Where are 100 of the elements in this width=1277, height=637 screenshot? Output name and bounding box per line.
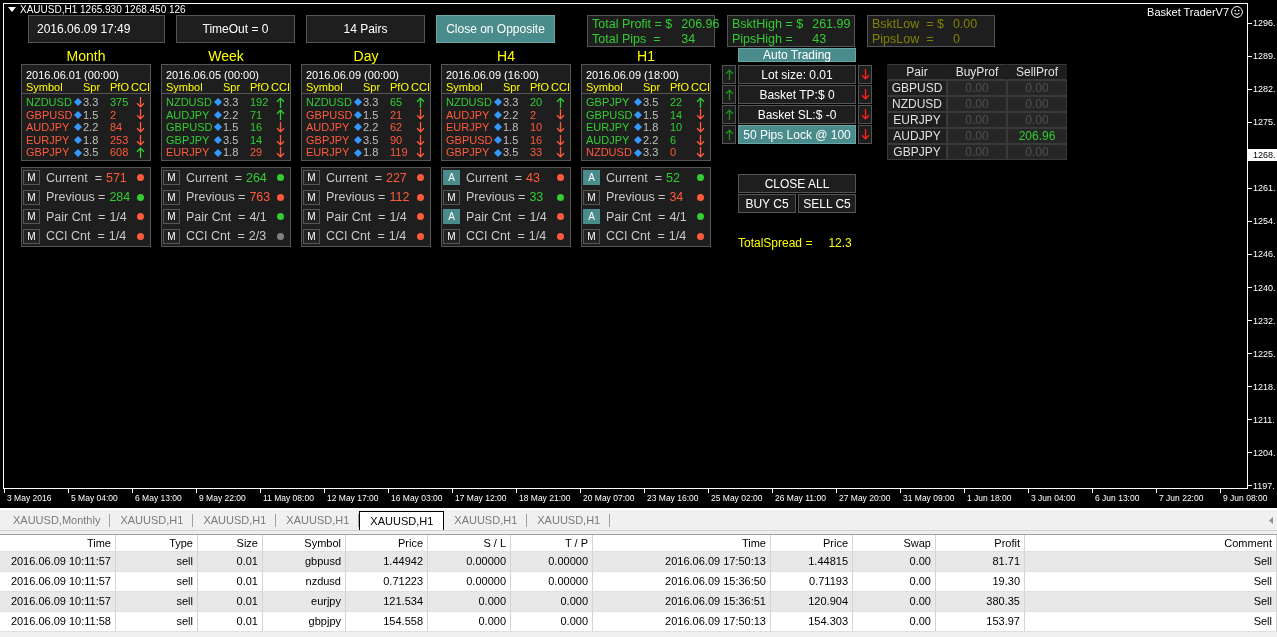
symbol-label: AUDJPY [166, 108, 211, 122]
table-cell: 0.00 [853, 552, 936, 572]
option-button[interactable]: TimeOut = 0 [176, 15, 295, 43]
column-header: Spr [643, 81, 662, 93]
mode-button[interactable]: M [443, 189, 460, 205]
setting-button[interactable]: Basket TP:$ 0 [738, 85, 856, 104]
column-header: SellProf [1007, 64, 1067, 80]
increase-button[interactable] [722, 105, 736, 124]
table-cell: sell [116, 572, 198, 592]
spread-value: 1.8 [643, 121, 660, 134]
summary-value: 0 [952, 31, 961, 46]
summary-label: Total Pips = [592, 31, 662, 46]
symbol-label: GBPUSD [446, 133, 493, 147]
column-header: Spr [363, 81, 382, 93]
mode-button[interactable]: M [163, 170, 180, 186]
chart-tab[interactable]: XAUUSD,H1 [359, 511, 445, 530]
close-all-button[interactable]: CLOSE ALL [738, 174, 856, 193]
option-button[interactable]: 14 Pairs [306, 15, 425, 43]
column-header: PfO [530, 81, 550, 93]
setting-button[interactable]: Lot size: 0.01 [738, 65, 856, 84]
column-header: Symbol [263, 535, 346, 552]
symbol-label: GBPUSD [586, 108, 633, 122]
increase-button[interactable] [722, 85, 736, 104]
brand-label: Basket TraderV7 [1147, 6, 1229, 18]
mode-button[interactable]: M [23, 189, 40, 205]
symbol-label: AUDJPY [306, 121, 351, 134]
mode-button[interactable]: M [583, 228, 600, 244]
pfo-value: 16 [250, 121, 264, 134]
decrease-button[interactable] [858, 105, 872, 124]
mode-button[interactable]: A [443, 170, 460, 186]
decrease-button[interactable] [858, 85, 872, 104]
mode-button[interactable]: M [443, 228, 460, 244]
decrease-button[interactable] [858, 65, 872, 84]
increase-button[interactable] [722, 65, 736, 84]
pfo-value: 33 [530, 146, 544, 159]
mode-button[interactable]: M [303, 209, 320, 225]
table-cell: Sell [1025, 612, 1277, 632]
summary-value: 43 [812, 31, 828, 46]
table-cell: 120.904 [771, 592, 853, 612]
column-header: BuyProf [947, 64, 1007, 80]
column-header: S / L [428, 535, 511, 552]
table-cell: 2016.06.09 15:36:51 [593, 592, 771, 612]
column-header: CCI [691, 81, 710, 93]
table-cell: sell [116, 552, 198, 572]
scroll-left-icon[interactable] [1269, 516, 1273, 524]
status-label: Current = [186, 170, 242, 185]
mode-button[interactable]: M [303, 189, 320, 205]
price-label: 1268. [1248, 149, 1277, 162]
decrease-button[interactable] [858, 125, 872, 144]
symbol-label: NZDUSD [166, 96, 213, 109]
mode-button[interactable]: M [303, 170, 320, 186]
pfo-value: 20 [530, 96, 544, 109]
table-cell: 0.00000 [428, 552, 511, 572]
option-button[interactable]: Close on Opposite [436, 15, 555, 43]
mode-button[interactable]: M [23, 228, 40, 244]
spread-value: 2.2 [643, 133, 660, 147]
mode-button[interactable]: M [23, 170, 40, 186]
sell-button[interactable]: SELL C5 [798, 194, 856, 213]
pfo-value: 62 [390, 121, 404, 134]
date-display: 2016.06.09 17:49 [28, 15, 165, 43]
status-label: Current = [46, 170, 102, 185]
mode-button[interactable]: A [583, 170, 600, 186]
symbol-label: AUDJPY [446, 108, 491, 122]
status-value: 4/1 [669, 209, 687, 224]
arrow-up-icon [724, 89, 734, 100]
summary-value: 206.96 [681, 17, 720, 32]
mode-button[interactable]: M [23, 209, 40, 225]
pair-cell: NZDUSD [887, 96, 947, 112]
status-value: 284 [109, 190, 131, 205]
symbol-label: GBPJPY [586, 96, 631, 109]
table-cell: gbpjpy [263, 612, 346, 632]
status-value: 34 [669, 190, 684, 205]
buy-button[interactable]: BUY C5 [738, 194, 796, 213]
mode-button[interactable]: M [583, 189, 600, 205]
auto-trading-button[interactable]: Auto Trading [738, 48, 856, 62]
setting-button[interactable]: 50 Pips Lock @ 100 [738, 125, 856, 144]
symbol-label: GBPUSD [26, 108, 73, 122]
column-header: Spr [83, 81, 102, 93]
mode-button[interactable]: M [163, 209, 180, 225]
caret-icon[interactable] [8, 7, 16, 12]
table-cell: 0.00 [853, 612, 936, 632]
mode-button[interactable]: M [163, 189, 180, 205]
spread-value: 1.8 [223, 146, 240, 159]
column-header: Price [346, 535, 428, 552]
column-header: PfO [670, 81, 690, 93]
table-cell: Sell [1025, 552, 1277, 572]
mode-button[interactable]: M [303, 228, 320, 244]
arrow-down-icon [860, 129, 870, 140]
pfo-value: 375 [110, 96, 130, 109]
mode-button[interactable]: A [583, 209, 600, 225]
column-header: T / P [511, 535, 593, 552]
setting-button[interactable]: Basket SL:$ -0 [738, 105, 856, 124]
summary-value: 261.99 [812, 17, 851, 32]
spread-value: 1.5 [83, 108, 100, 122]
mode-button[interactable]: A [443, 209, 460, 225]
symbol-label: GBPJPY [26, 146, 71, 159]
spread-value: 1.8 [83, 133, 100, 147]
mode-button[interactable]: M [163, 228, 180, 244]
symbol-label: EURJPY [586, 121, 631, 134]
increase-button[interactable] [722, 125, 736, 144]
